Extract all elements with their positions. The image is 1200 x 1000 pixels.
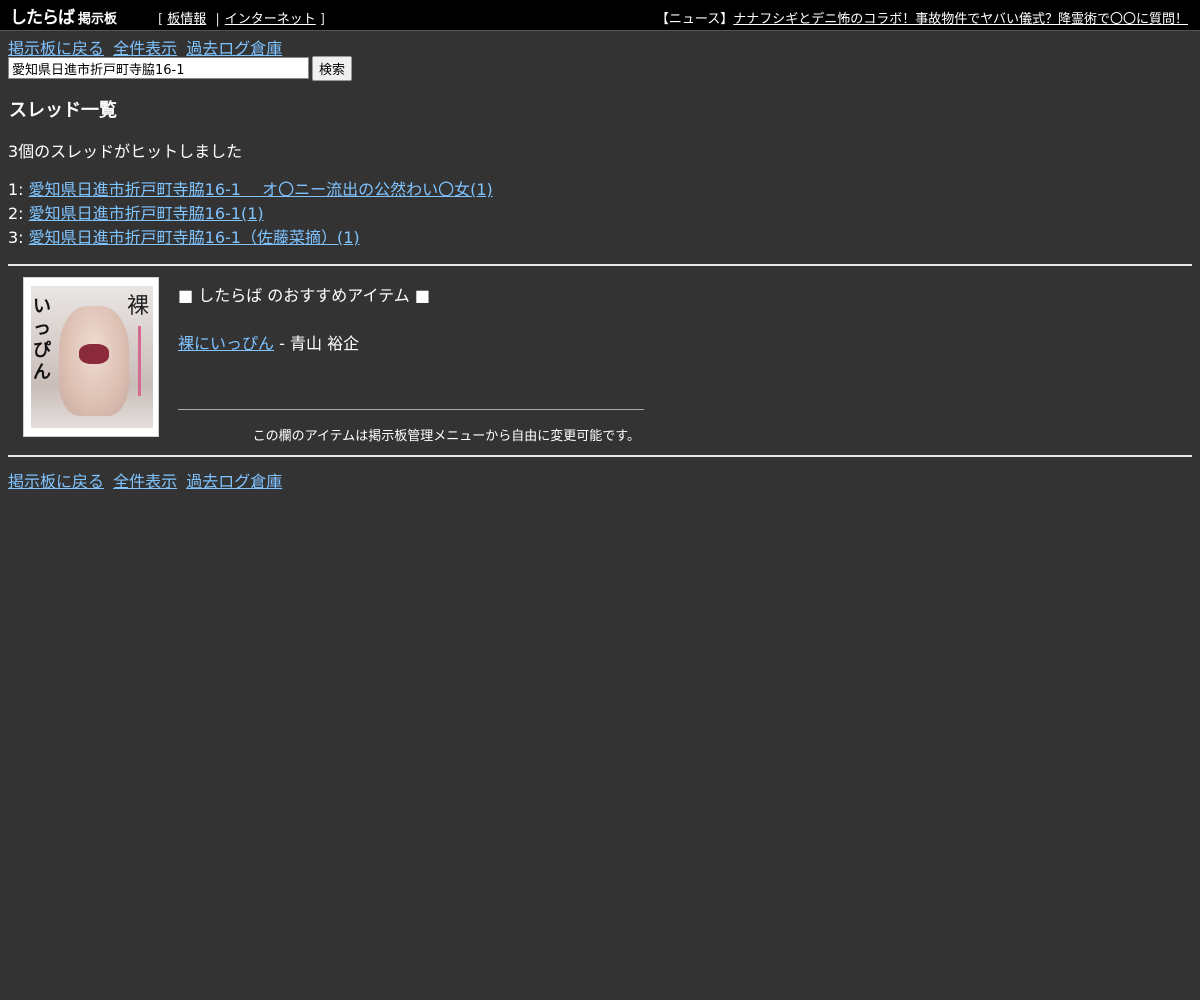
recommend-heading-text: したらば のおすすめアイテム xyxy=(198,286,410,305)
nav-links-bottom: 掲示板に戻る 全件表示 過去ログ倉庫 xyxy=(8,468,286,492)
book-cover-image[interactable]: 裸 いっぴん xyxy=(23,277,159,437)
shitaraba-logo[interactable]: したらば 掲示板 xyxy=(10,3,117,28)
show-all-link[interactable]: 全件表示 xyxy=(113,472,177,491)
item-title-link[interactable]: 裸にいっぴん xyxy=(178,334,274,353)
archive-link[interactable]: 過去ログ倉庫 xyxy=(186,39,282,58)
hit-count: 3個のスレッドがヒットしました xyxy=(8,142,243,161)
list-item: 3: 愛知県日進市折戸町寺脇16-1（佐藤菜摘）(1) xyxy=(8,226,493,250)
category-link[interactable]: インターネット xyxy=(225,12,316,27)
thread-number: 2: xyxy=(8,204,24,223)
news-headline-link[interactable]: ナナフシギとデニ怖のコラボ！事故物件でヤバい儀式？降霊術で〇〇に質問！ xyxy=(733,12,1188,27)
item-author: 青山 裕企 xyxy=(289,334,360,353)
logo-text: したらば xyxy=(10,8,75,28)
item-separator: - xyxy=(279,334,285,353)
recommend-note: この欄のアイテムは掲示板管理メニューから自由に変更可能です。 xyxy=(252,429,640,444)
archive-link[interactable]: 過去ログ倉庫 xyxy=(186,472,282,491)
back-to-board-link[interactable]: 掲示板に戻る xyxy=(8,39,104,58)
thread-link[interactable]: 愛知県日進市折戸町寺脇16-1(1) xyxy=(29,204,264,223)
cover-title-char: 裸 xyxy=(126,294,149,319)
recommend-item: 裸にいっぴん - 青山 裕企 xyxy=(178,330,359,354)
cover-bow xyxy=(79,344,109,364)
search-row: 検索 xyxy=(8,56,353,82)
board-nav: [ 板情報 | インターネット ] xyxy=(158,8,325,27)
board-info-link[interactable]: 板情報 xyxy=(167,12,206,27)
show-all-link[interactable]: 全件表示 xyxy=(113,39,177,58)
cover-art: 裸 いっぴん xyxy=(31,286,153,428)
thread-number: 3: xyxy=(8,228,24,247)
bracket-close: ] xyxy=(319,12,325,27)
divider xyxy=(8,455,1192,457)
cover-accent xyxy=(138,326,141,396)
thread-link[interactable]: 愛知県日進市折戸町寺脇16-1 オ〇ニー流出の公然わい〇女(1) xyxy=(29,180,493,199)
recommend-rule xyxy=(178,409,644,410)
bracket-open: [ xyxy=(158,12,164,27)
thread-list: 1: 愛知県日進市折戸町寺脇16-1 オ〇ニー流出の公然わい〇女(1) 2: 愛… xyxy=(8,178,493,250)
square-icon: ■ xyxy=(414,286,430,305)
list-item: 1: 愛知県日進市折戸町寺脇16-1 オ〇ニー流出の公然わい〇女(1) xyxy=(8,178,493,202)
thread-number: 1: xyxy=(8,180,24,199)
search-button[interactable]: 検索 xyxy=(312,56,353,81)
list-item: 2: 愛知県日進市折戸町寺脇16-1(1) xyxy=(8,202,493,226)
nav-links-top: 掲示板に戻る 全件表示 過去ログ倉庫 xyxy=(8,35,286,59)
news-label: 【ニュース】 xyxy=(655,12,734,27)
page-title: スレッド一覧 xyxy=(9,100,117,121)
divider xyxy=(8,264,1192,266)
top-bar: したらば 掲示板 [ 板情報 | インターネット ] 【ニュース】ナナフシギとデニ怖… xyxy=(0,0,1200,31)
logo-subtext: 掲示板 xyxy=(78,12,118,27)
back-to-board-link[interactable]: 掲示板に戻る xyxy=(8,472,104,491)
recommend-box: ■ したらば のおすすめアイテム ■ 裸にいっぴん - 青山 裕企 この欄のアイ… xyxy=(178,282,644,444)
nav-divider: | xyxy=(215,12,220,27)
search-input[interactable] xyxy=(8,57,309,79)
news-ticker: 【ニュース】ナナフシギとデニ怖のコラボ！事故物件でヤバい儀式？降霊術で〇〇に質問… xyxy=(656,8,1188,27)
recommend-heading: ■ したらば のおすすめアイテム ■ xyxy=(178,282,644,306)
square-icon: ■ xyxy=(178,286,194,305)
cover-side-text: いっぴん xyxy=(33,296,51,383)
thread-link[interactable]: 愛知県日進市折戸町寺脇16-1（佐藤菜摘）(1) xyxy=(29,228,360,247)
